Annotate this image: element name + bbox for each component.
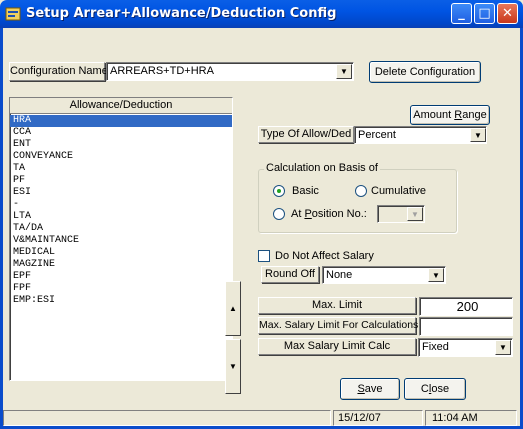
maximize-button[interactable]: □ <box>474 3 495 24</box>
amount-range-button[interactable]: Amount Range <box>410 105 490 125</box>
list-item[interactable]: MAGZINE <box>10 259 232 271</box>
max-salary-calc-dropdown-icon[interactable]: ▼ <box>495 340 511 355</box>
list-item[interactable]: EPF <box>10 271 232 283</box>
round-off-value: None <box>326 269 353 281</box>
configuration-name-label: Configuration Name <box>9 62 108 81</box>
list-item[interactable]: ESI <box>10 187 232 199</box>
window-title: Setup Arrear+Allowance/Deduction Config <box>26 6 337 21</box>
max-limit-input[interactable]: 200 <box>419 297 513 316</box>
at-position-radio[interactable] <box>273 208 285 220</box>
list-item[interactable]: TA/DA <box>10 223 232 235</box>
round-off-dropdown-icon[interactable]: ▼ <box>428 268 444 282</box>
max-salary-calc-label: Max Salary Limit Calc <box>258 338 416 355</box>
type-of-allow-ded-value: Percent <box>358 129 396 141</box>
do-not-affect-salary-label[interactable]: Do Not Affect Salary <box>275 250 374 262</box>
move-down-button[interactable]: ▼ <box>225 339 241 394</box>
at-position-label-pre: At <box>291 208 305 220</box>
list-item[interactable]: LTA <box>10 211 232 223</box>
max-salary-limit-input[interactable] <box>419 317 513 336</box>
close-label-rest: ose <box>431 383 450 395</box>
list-item[interactable]: ENT <box>10 139 232 151</box>
cumulative-radio[interactable] <box>355 185 367 197</box>
list-header: Allowance/Deduction <box>10 98 232 114</box>
cumulative-label[interactable]: Cumulative <box>371 185 426 197</box>
save-button[interactable]: Save <box>340 378 400 400</box>
list-item[interactable]: MEDICAL <box>10 247 232 259</box>
list-item[interactable]: TA <box>10 163 232 175</box>
position-number-dropdown-icon[interactable]: ▼ <box>407 207 423 221</box>
max-salary-limit-label: Max. Salary Limit For Calculations <box>258 317 418 334</box>
minimize-button[interactable]: _ <box>451 3 472 24</box>
list-item[interactable]: CONVEYANCE <box>10 151 232 163</box>
type-of-allow-ded-combo[interactable]: Percent <box>354 126 487 144</box>
basic-radio[interactable] <box>273 185 285 197</box>
do-not-affect-salary-checkbox[interactable] <box>258 250 270 262</box>
configuration-name-value: ARREARS+TD+HRA <box>110 65 214 77</box>
close-button[interactable]: Close <box>404 378 466 400</box>
round-off-label: Round Off <box>261 266 319 283</box>
at-position-label-key: P <box>304 208 312 220</box>
list-item[interactable]: PF <box>10 175 232 187</box>
at-position-label-post: osition No.: <box>311 208 367 220</box>
type-of-allow-ded-label: Type Of Allow/Ded <box>258 126 354 143</box>
calculation-basis-group <box>258 169 457 233</box>
list-item[interactable]: EMP:ESI <box>10 295 232 307</box>
arrow-up-icon: ▲ <box>229 304 237 313</box>
move-up-button[interactable]: ▲ <box>225 281 241 336</box>
list-item[interactable]: HRA <box>10 115 232 127</box>
max-salary-calc-value: Fixed <box>422 341 449 353</box>
window-frame-left <box>0 28 3 429</box>
type-of-allow-dropdown-icon[interactable]: ▼ <box>470 128 486 142</box>
list-item[interactable]: FPF <box>10 283 232 295</box>
delete-configuration-button[interactable]: Delete Configuration <box>369 61 481 83</box>
amount-range-label-post: ange <box>462 109 487 121</box>
app-icon <box>5 7 21 21</box>
close-window-button[interactable]: ✕ <box>497 3 518 24</box>
list-item[interactable]: V&MAINTANCE <box>10 235 232 247</box>
basic-label[interactable]: Basic <box>292 185 319 197</box>
configuration-dropdown-icon[interactable]: ▼ <box>336 64 352 79</box>
list-item[interactable]: - <box>10 199 232 211</box>
status-panel-main <box>3 410 331 426</box>
arrow-down-icon: ▼ <box>229 362 237 371</box>
allowance-deduction-list[interactable]: Allowance/Deduction HRA CCA ENT CONVEYAN… <box>9 97 233 381</box>
max-limit-label: Max. Limit <box>258 297 416 314</box>
save-label-rest: ave <box>364 383 383 395</box>
configuration-name-combo[interactable]: ARREARS+TD+HRA <box>106 62 354 81</box>
amount-range-label-pre: Amount <box>413 109 455 121</box>
calculation-basis-title: Calculation on Basis of <box>264 162 380 174</box>
status-time: 11:04 AM <box>425 410 517 426</box>
list-item[interactable]: CCA <box>10 127 232 139</box>
save-label-key: S <box>357 383 365 395</box>
status-date: 15/12/07 <box>333 410 423 426</box>
close-label-pre: C <box>420 383 429 395</box>
at-position-label[interactable]: At Position No.: <box>291 208 367 220</box>
